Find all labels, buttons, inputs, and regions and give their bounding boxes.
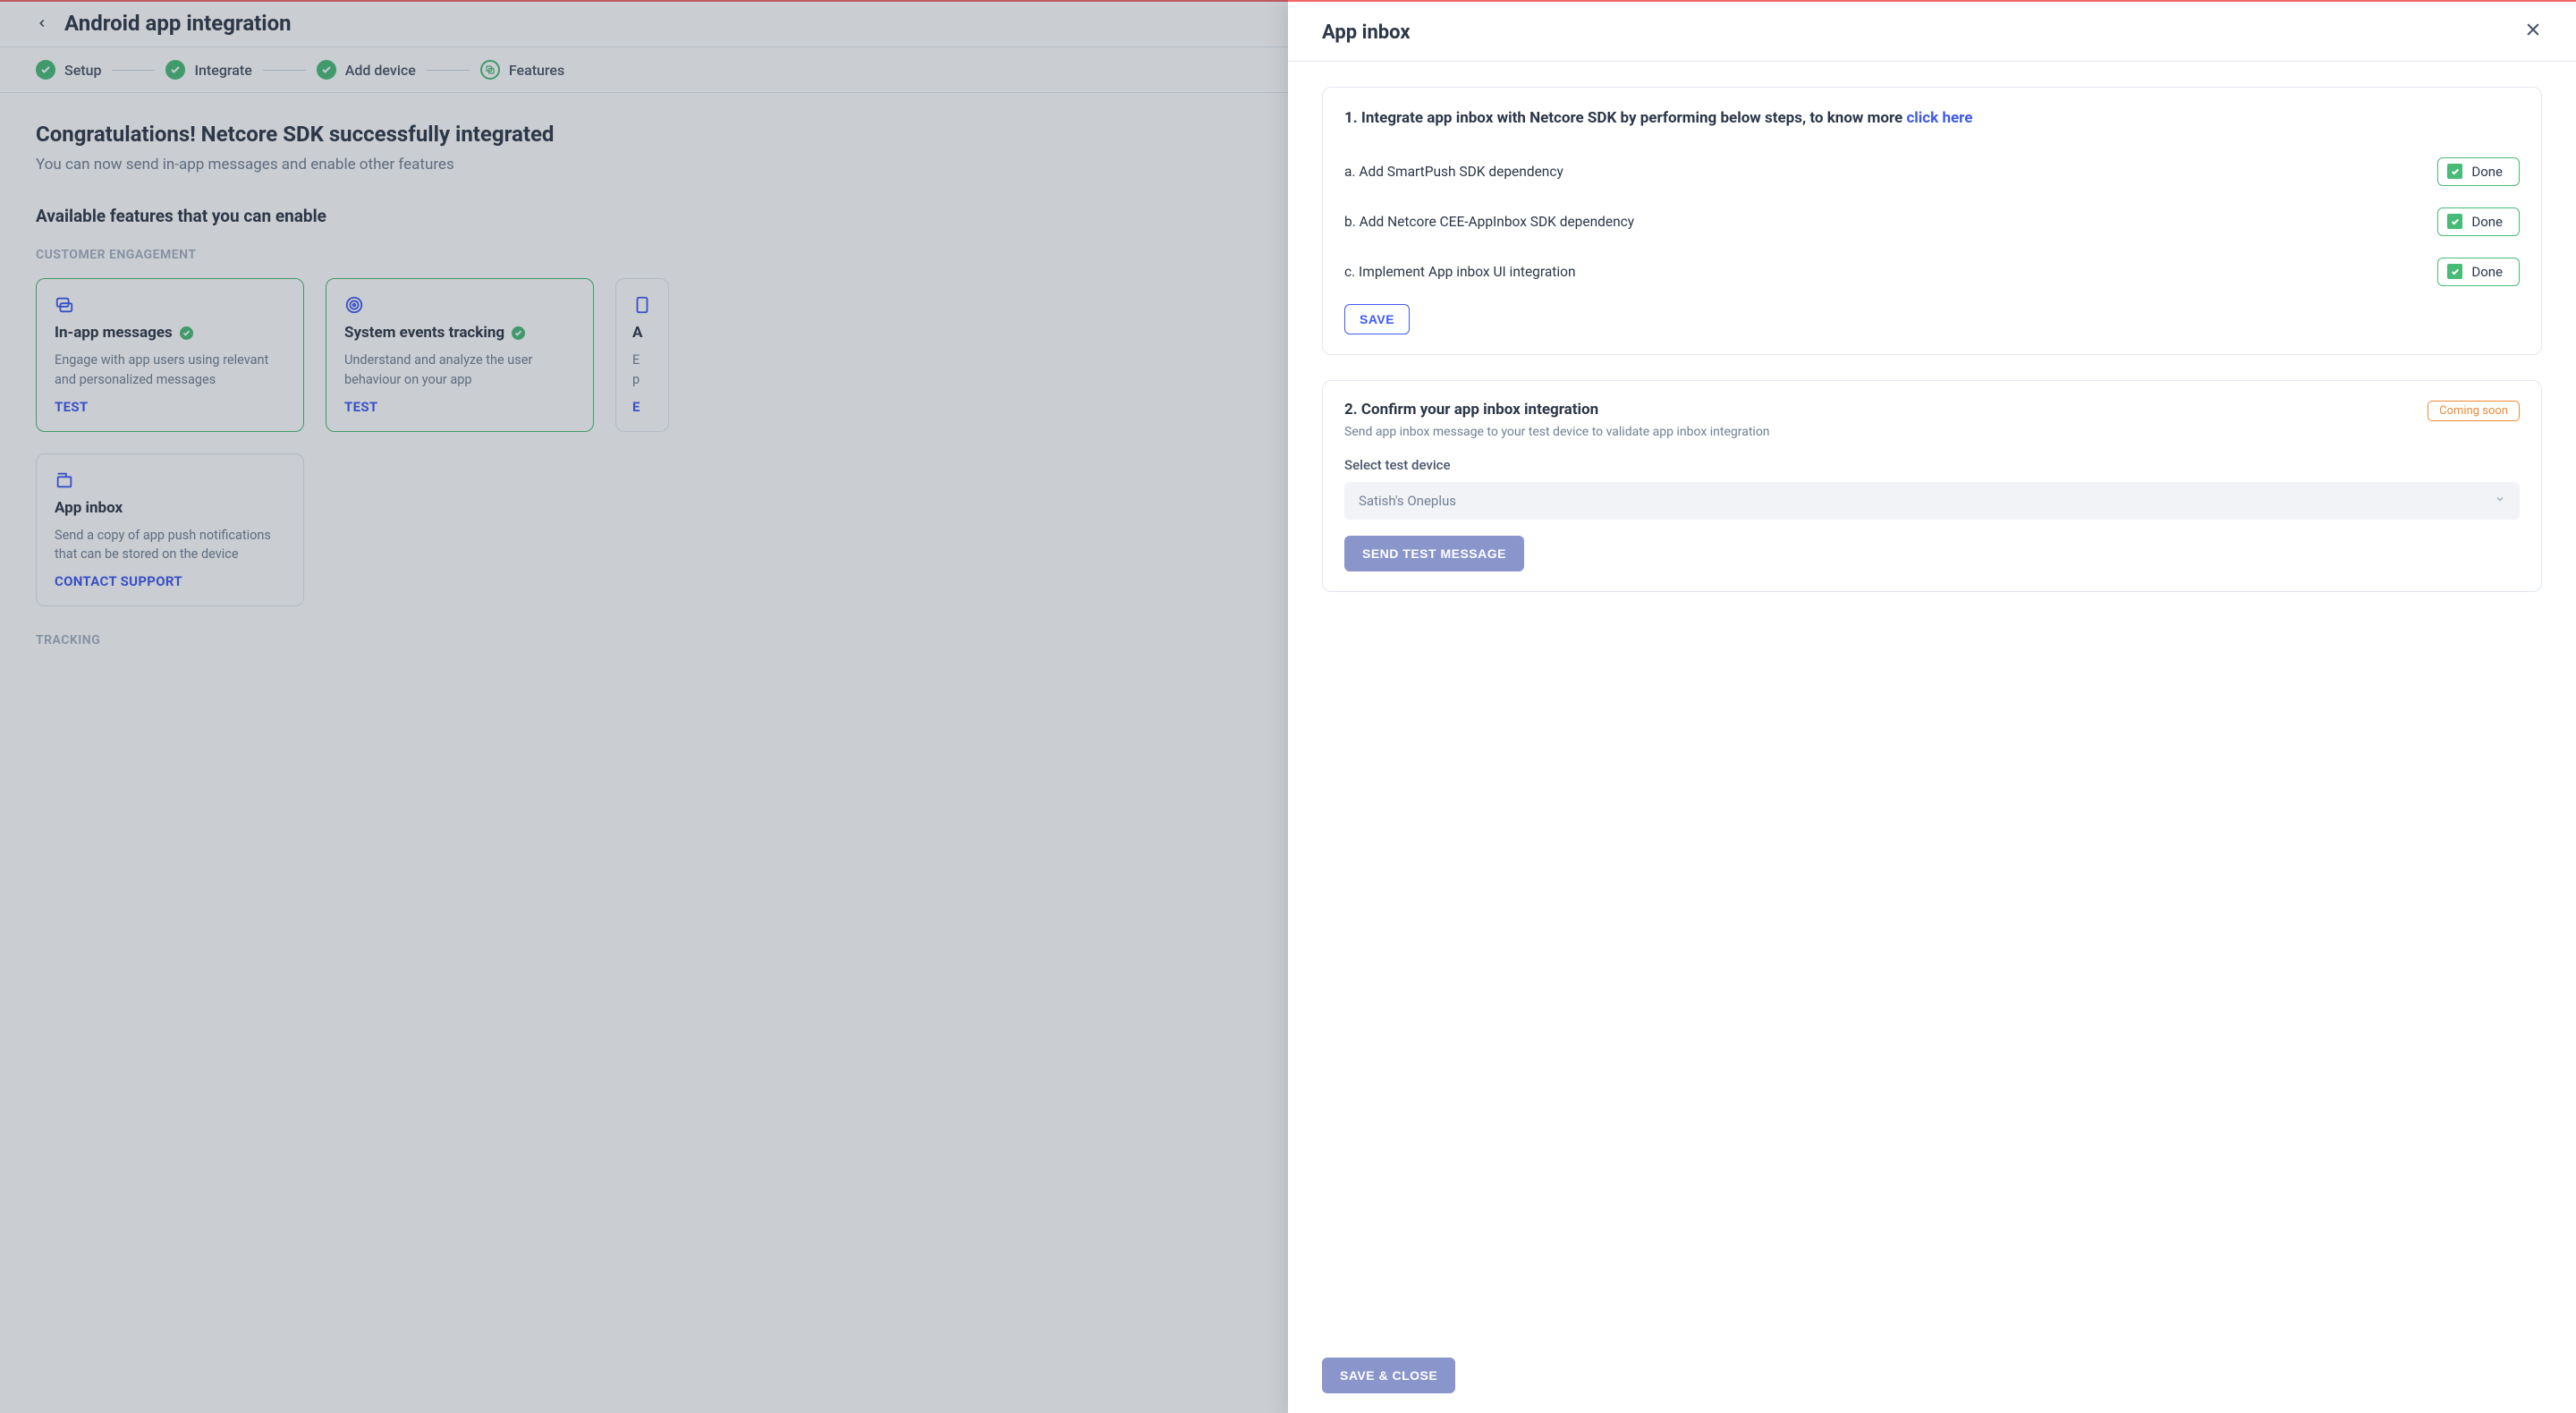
send-test-message-button[interactable]: SEND TEST MESSAGE [1344,536,1524,571]
done-label: Done [2471,264,2503,280]
task-row: c. Implement App inbox UI integration Do… [1344,247,2520,297]
close-button[interactable] [2524,20,2542,45]
done-label: Done [2471,214,2503,230]
task-row: b. Add Netcore CEE-AppInbox SDK dependen… [1344,197,2520,247]
panel-heading: 1. Integrate app inbox with Netcore SDK … [1344,107,2520,131]
chevron-down-icon [2495,494,2505,507]
check-icon [2447,164,2462,179]
done-label: Done [2471,164,2503,180]
save-close-button[interactable]: SAVE & CLOSE [1322,1358,1455,1393]
drawer-title: App inbox [1322,21,1411,44]
task-text: a. Add SmartPush SDK dependency [1344,164,1563,180]
task-text: b. Add Netcore CEE-AppInbox SDK dependen… [1344,214,1634,230]
check-icon [2447,214,2462,229]
done-chip[interactable]: Done [2437,258,2520,286]
test-device-select[interactable]: Satish's Oneplus [1344,482,2520,520]
check-icon [2447,264,2462,279]
app-inbox-drawer: App inbox 1. Integrate app inbox with Ne… [1288,0,2576,1413]
close-icon [2524,21,2542,38]
click-here-link[interactable]: click here [1906,109,1972,127]
panel-subtitle: Send app inbox message to your test devi… [1344,425,2520,439]
save-button[interactable]: SAVE [1344,304,1410,334]
coming-soon-badge: Coming soon [2428,401,2520,421]
done-chip[interactable]: Done [2437,157,2520,186]
integration-steps-panel: 1. Integrate app inbox with Netcore SDK … [1322,87,2542,355]
done-chip[interactable]: Done [2437,207,2520,236]
field-label: Select test device [1344,457,2520,473]
task-row: a. Add SmartPush SDK dependency Done [1344,147,2520,197]
task-text: c. Implement App inbox UI integration [1344,264,1576,280]
selected-value: Satish's Oneplus [1359,493,1456,509]
panel-title: 2. Confirm your app inbox integration [1344,401,1598,419]
confirm-integration-panel: 2. Confirm your app inbox integration Co… [1322,380,2542,592]
